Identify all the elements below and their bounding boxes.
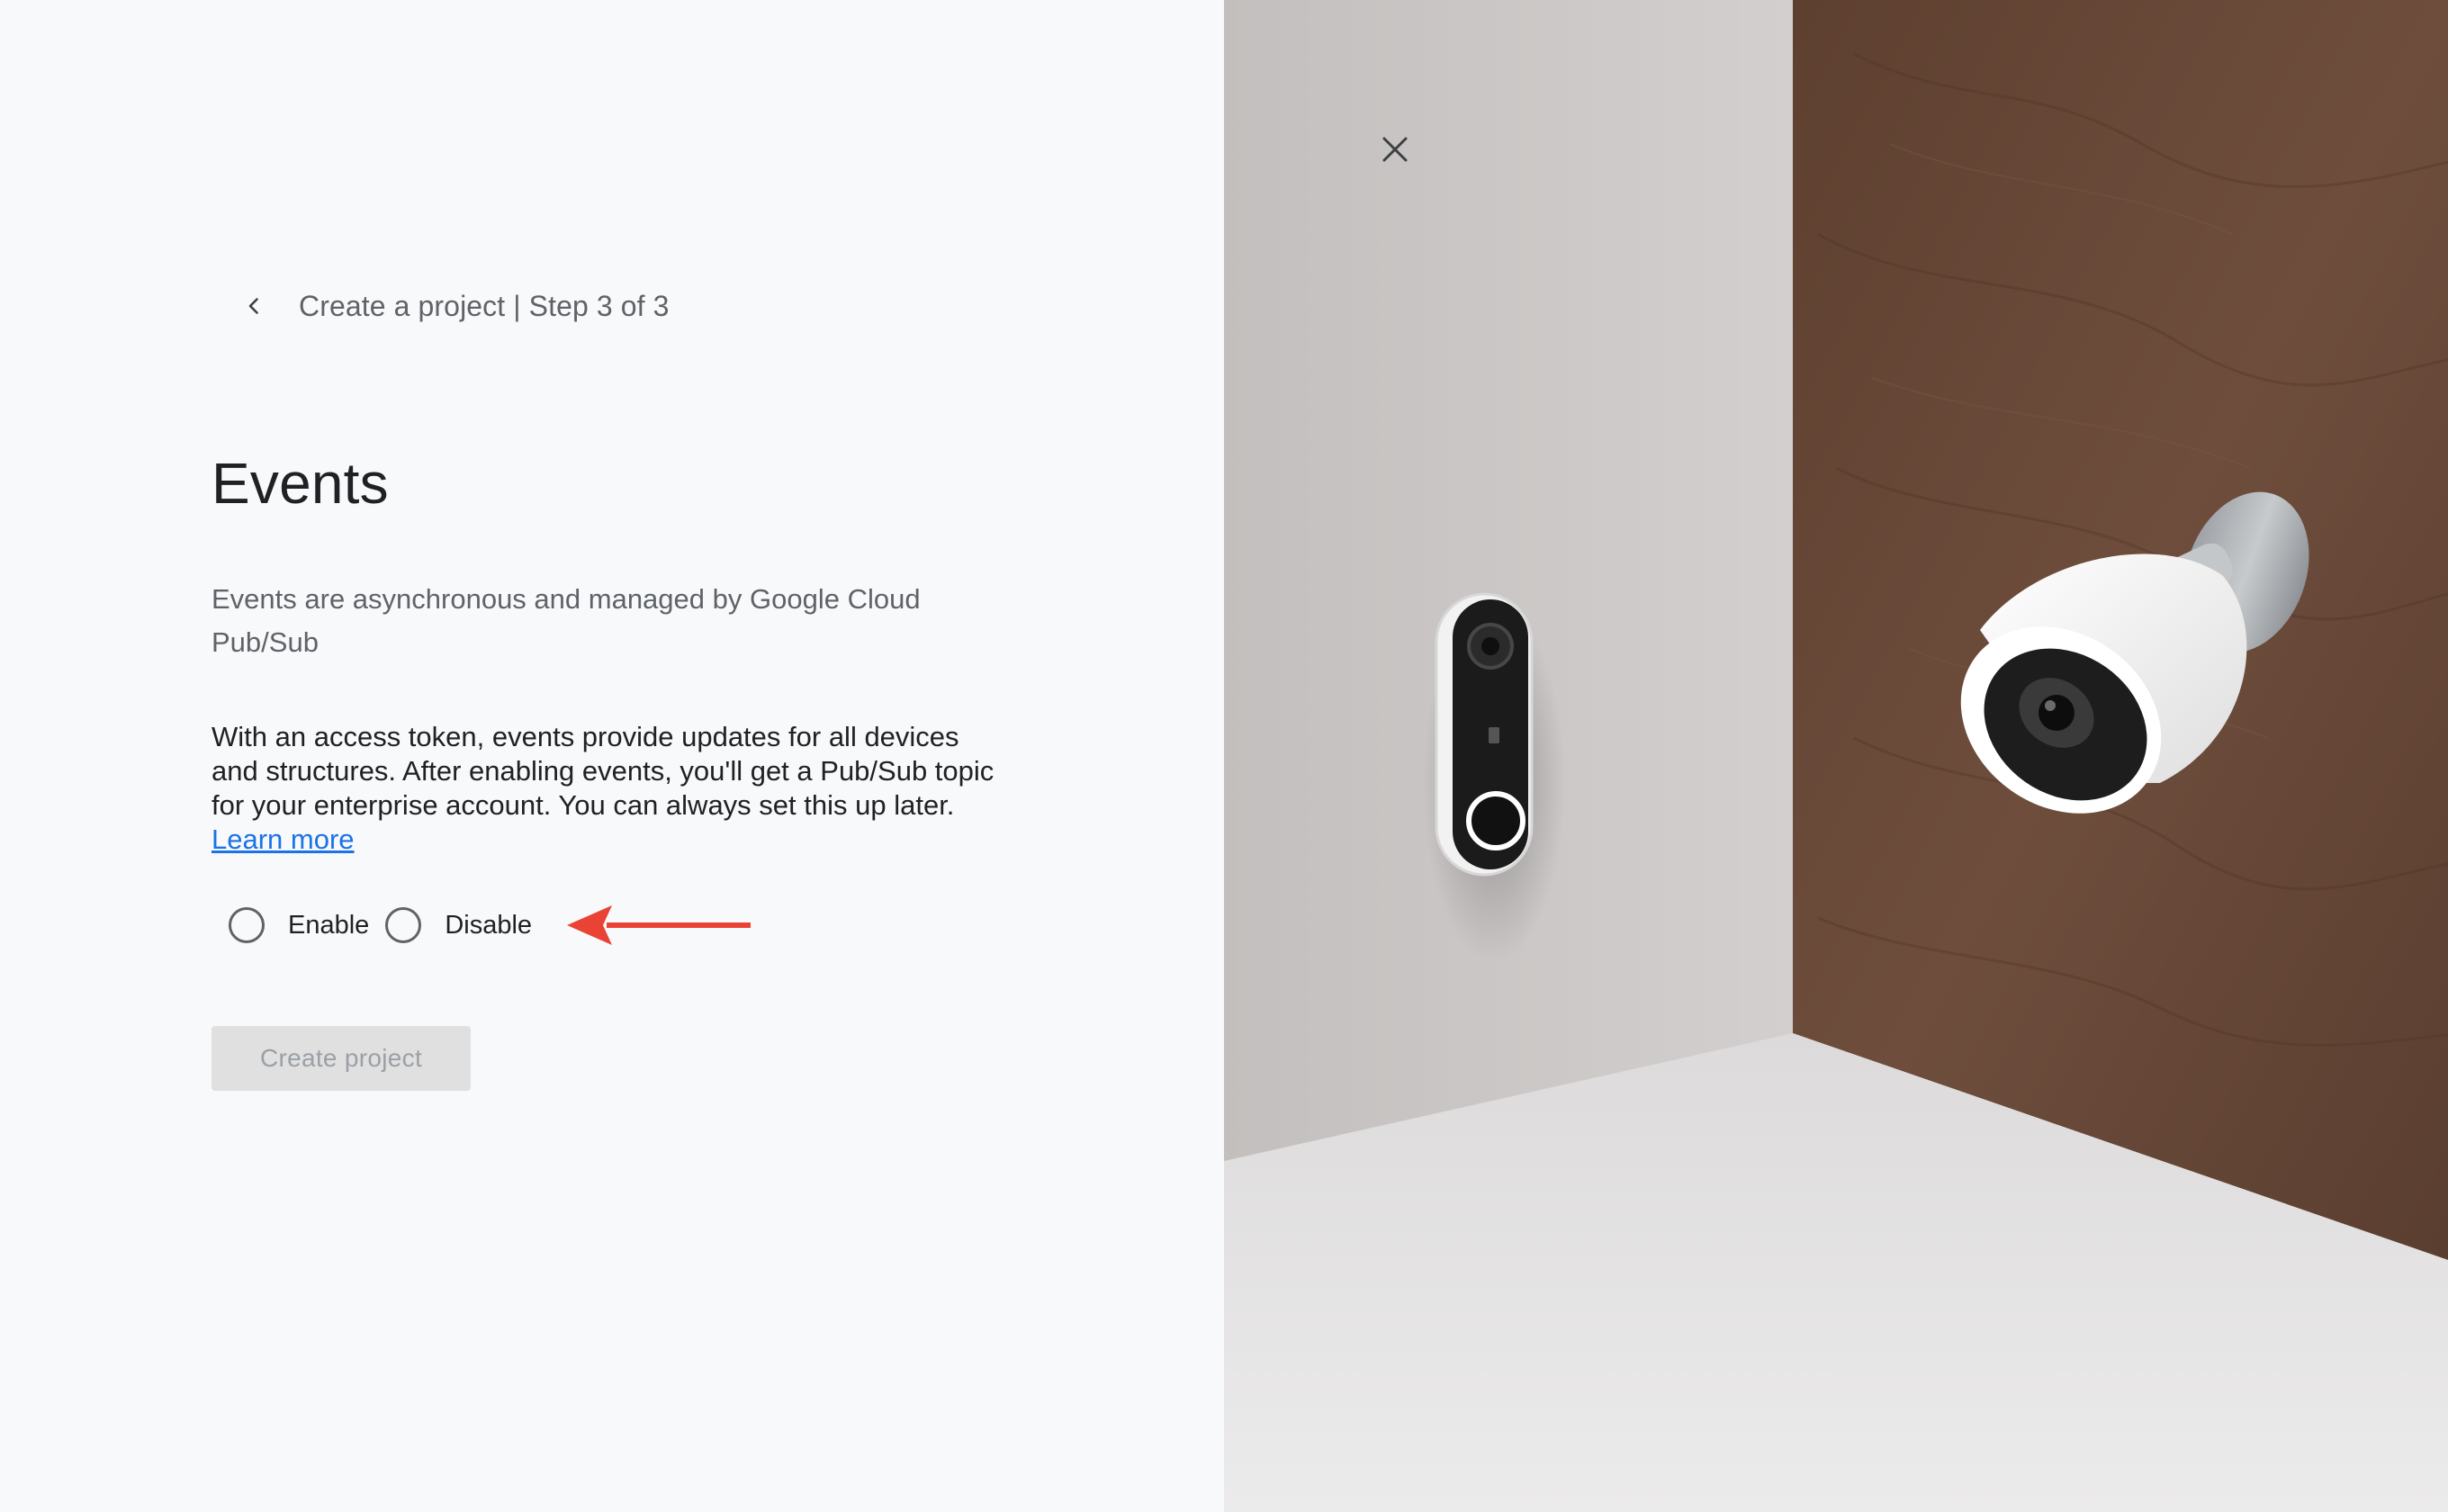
step-title: Create a project | Step 3 of 3 (299, 289, 670, 322)
arrow-left-icon (567, 905, 751, 945)
breadcrumb: Create a project | Step 3 of 3 (236, 279, 670, 333)
disable-label: Disable (445, 910, 533, 940)
close-button[interactable] (1370, 124, 1420, 175)
form-panel: Create a project | Step 3 of 3 Events Ev… (0, 0, 1224, 1512)
doorbell-device (1435, 592, 1534, 877)
create-project-button[interactable]: Create project (212, 1026, 471, 1091)
create-project-dialog: Create a project | Step 3 of 3 Events Ev… (0, 0, 2448, 1512)
enable-option[interactable]: Enable (229, 907, 369, 943)
events-radio-group: Enable Disable (229, 905, 532, 945)
back-button[interactable] (236, 288, 272, 324)
learn-more-link[interactable]: Learn more (212, 824, 355, 855)
page-subtitle: Events are asynchronous and managed by G… (212, 583, 921, 658)
chevron-left-icon (248, 298, 258, 314)
events-description: With an access token, events provide upd… (212, 720, 1004, 857)
illustration-panel (1224, 0, 2448, 1512)
description-text: With an access token, events provide upd… (212, 721, 994, 821)
close-icon (1382, 137, 1408, 162)
enable-label: Enable (288, 910, 370, 940)
devices-illustration (1224, 0, 2448, 1512)
disable-option[interactable]: Disable (385, 907, 532, 943)
page-title: Events (212, 451, 389, 516)
disable-radio[interactable] (385, 907, 422, 943)
enable-radio[interactable] (229, 907, 265, 943)
